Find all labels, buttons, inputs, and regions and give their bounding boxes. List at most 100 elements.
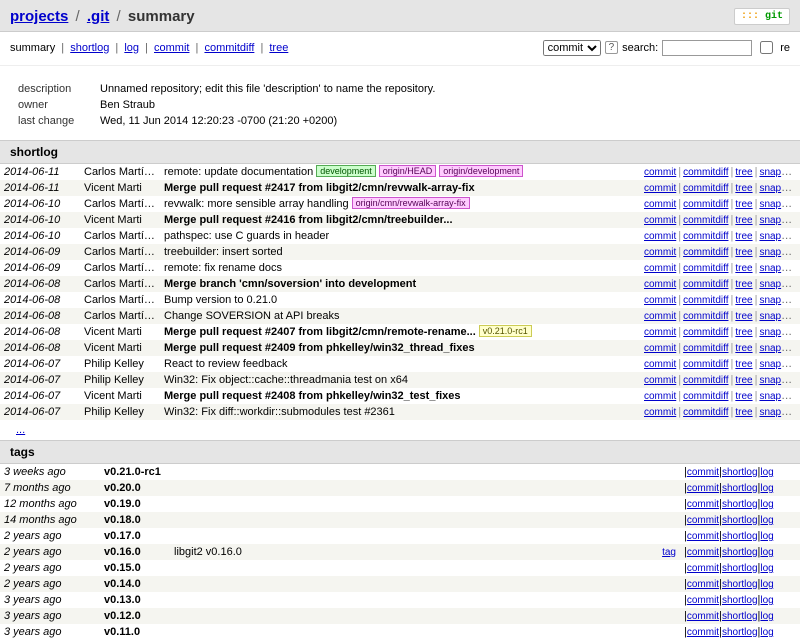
ref-badge[interactable]: origin/cmn/revwalk-array-fix <box>352 197 470 209</box>
link-log[interactable]: log <box>760 595 773 606</box>
link-commit[interactable]: commit <box>644 263 676 274</box>
link-snapshot[interactable]: snapshot <box>759 326 800 338</box>
link-commit[interactable]: commit <box>687 499 719 510</box>
link-commit[interactable]: commit <box>687 563 719 574</box>
commit-message[interactable]: Merge pull request #2407 from libgit2/cm… <box>160 324 640 340</box>
link-tree[interactable]: tree <box>735 231 752 242</box>
link-snapshot[interactable]: snapshot <box>759 230 800 242</box>
commit-message[interactable]: Win32: Fix diff::workdir::submodules tes… <box>160 404 640 420</box>
link-snapshot[interactable]: snapshot <box>759 342 800 354</box>
link-tree[interactable]: tree <box>735 375 752 386</box>
link-shortlog[interactable]: shortlog <box>722 483 758 494</box>
link-commitdiff[interactable]: commitdiff <box>683 279 728 290</box>
link-log[interactable]: log <box>760 483 773 494</box>
link-commitdiff[interactable]: commitdiff <box>683 327 728 338</box>
link-commitdiff[interactable]: commitdiff <box>683 199 728 210</box>
tag-name[interactable]: v0.17.0 <box>100 528 170 544</box>
link-log[interactable]: log <box>760 611 773 622</box>
link-tree[interactable]: tree <box>735 407 752 418</box>
link-commit[interactable]: commit <box>687 595 719 606</box>
link-commitdiff[interactable]: commitdiff <box>683 247 728 258</box>
link-snapshot[interactable]: snapshot <box>759 294 800 306</box>
link-commitdiff[interactable]: commitdiff <box>683 183 728 194</box>
search-input[interactable] <box>662 40 752 56</box>
link-commitdiff[interactable]: commitdiff <box>683 391 728 402</box>
link-shortlog[interactable]: shortlog <box>722 579 758 590</box>
nav-commit[interactable]: commit <box>154 42 189 54</box>
link-shortlog[interactable]: shortlog <box>722 611 758 622</box>
commit-message[interactable]: Merge pull request #2417 from libgit2/cm… <box>160 180 640 196</box>
breadcrumb-repo[interactable]: .git <box>87 8 110 25</box>
link-commit[interactable]: commit <box>644 311 676 322</box>
link-shortlog[interactable]: shortlog <box>722 547 758 558</box>
tag-name[interactable]: v0.18.0 <box>100 512 170 528</box>
link-log[interactable]: log <box>760 499 773 510</box>
link-tree[interactable]: tree <box>735 247 752 258</box>
commit-message[interactable]: revwalk: more sensible array handlingori… <box>160 196 640 212</box>
link-log[interactable]: log <box>760 515 773 526</box>
link-tag[interactable]: tag <box>662 547 676 558</box>
search-help-icon[interactable]: ? <box>605 41 619 54</box>
link-commit[interactable]: commit <box>644 279 676 290</box>
link-commitdiff[interactable]: commitdiff <box>683 311 728 322</box>
link-commit[interactable]: commit <box>644 247 676 258</box>
nav-log[interactable]: log <box>124 42 139 54</box>
link-tree[interactable]: tree <box>735 279 752 290</box>
commit-message[interactable]: remote: fix rename docs <box>160 260 640 276</box>
tag-name[interactable]: v0.19.0 <box>100 496 170 512</box>
link-log[interactable]: log <box>760 579 773 590</box>
link-commit[interactable]: commit <box>687 611 719 622</box>
commit-message[interactable]: pathspec: use C guards in header <box>160 228 640 244</box>
link-commitdiff[interactable]: commitdiff <box>683 215 728 226</box>
search-regex-checkbox[interactable] <box>760 41 773 54</box>
commit-message[interactable]: Bump version to 0.21.0 <box>160 292 640 308</box>
link-snapshot[interactable]: snapshot <box>759 198 800 210</box>
commit-message[interactable]: treebuilder: insert sorted <box>160 244 640 260</box>
link-log[interactable]: log <box>760 531 773 542</box>
link-tree[interactable]: tree <box>735 295 752 306</box>
link-shortlog[interactable]: shortlog <box>722 627 758 638</box>
tag-name[interactable]: v0.11.0 <box>100 624 170 640</box>
link-commit[interactable]: commit <box>687 579 719 590</box>
tag-name[interactable]: v0.14.0 <box>100 576 170 592</box>
search-type-select[interactable]: commit <box>543 40 601 56</box>
link-commit[interactable]: commit <box>644 391 676 402</box>
shortlog-more[interactable]: ... <box>16 424 25 436</box>
nav-commitdiff[interactable]: commitdiff <box>204 42 254 54</box>
link-snapshot[interactable]: snapshot <box>759 262 800 274</box>
link-commit[interactable]: commit <box>644 407 676 418</box>
commit-message[interactable]: Merge pull request #2416 from libgit2/cm… <box>160 212 640 228</box>
link-snapshot[interactable]: snapshot <box>759 406 800 418</box>
link-commit[interactable]: commit <box>687 547 719 558</box>
link-commitdiff[interactable]: commitdiff <box>683 167 728 178</box>
breadcrumb-projects[interactable]: projects <box>10 8 68 25</box>
link-commit[interactable]: commit <box>644 167 676 178</box>
link-log[interactable]: log <box>760 467 773 478</box>
link-tree[interactable]: tree <box>735 199 752 210</box>
link-commit[interactable]: commit <box>644 375 676 386</box>
link-commit[interactable]: commit <box>687 467 719 478</box>
link-commit[interactable]: commit <box>644 183 676 194</box>
link-tree[interactable]: tree <box>735 311 752 322</box>
link-commit[interactable]: commit <box>644 295 676 306</box>
link-snapshot[interactable]: snapshot <box>759 374 800 386</box>
link-snapshot[interactable]: snapshot <box>759 214 800 226</box>
ref-badge[interactable]: origin/HEAD <box>379 165 437 177</box>
link-shortlog[interactable]: shortlog <box>722 499 758 510</box>
link-log[interactable]: log <box>760 547 773 558</box>
commit-message[interactable]: React to review feedback <box>160 356 640 372</box>
link-commitdiff[interactable]: commitdiff <box>683 295 728 306</box>
link-snapshot[interactable]: snapshot <box>759 358 800 370</box>
commit-message[interactable]: remote: update documentationdevelopmento… <box>160 164 640 180</box>
link-shortlog[interactable]: shortlog <box>722 515 758 526</box>
tag-name[interactable]: v0.12.0 <box>100 608 170 624</box>
ref-badge[interactable]: v0.21.0-rc1 <box>479 325 532 337</box>
link-snapshot[interactable]: snapshot <box>759 310 800 322</box>
link-tree[interactable]: tree <box>735 263 752 274</box>
link-commit[interactable]: commit <box>687 483 719 494</box>
link-commit[interactable]: commit <box>644 327 676 338</box>
commit-message[interactable]: Change SOVERSION at API breaks <box>160 308 640 324</box>
link-snapshot[interactable]: snapshot <box>759 246 800 258</box>
link-commitdiff[interactable]: commitdiff <box>683 263 728 274</box>
link-commitdiff[interactable]: commitdiff <box>683 407 728 418</box>
